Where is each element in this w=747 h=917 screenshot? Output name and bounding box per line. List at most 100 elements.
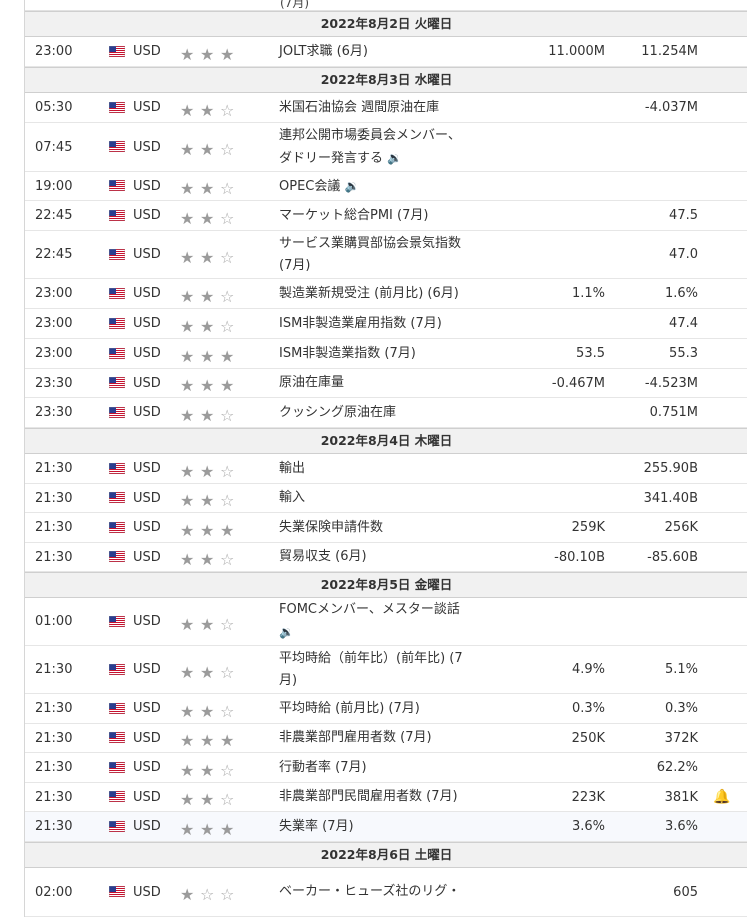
event-name[interactable]: 貿易収支 (6月)	[279, 543, 479, 571]
event-name-line: サービス業購買部協会景気指数	[279, 235, 462, 251]
previous-value	[605, 598, 698, 645]
previous-value: 341.40B	[643, 490, 698, 506]
forecast-value	[495, 398, 605, 427]
us-flag-icon	[108, 209, 126, 221]
star-filled-icon: ★	[180, 885, 195, 904]
star-filled-icon: ★	[180, 405, 195, 425]
event-row[interactable]: 21:30 USD ★ ★ ★ 失業率 (7月) 3.6% 3.6%	[25, 812, 747, 842]
previous-value: -85.60B	[647, 549, 698, 565]
event-name-line: ISM非製造業雇用指数 (7月)	[279, 315, 442, 331]
star-filled-icon: ★	[200, 819, 215, 839]
star-filled-icon: ★	[220, 376, 235, 395]
event-name[interactable]: 原油在庫量	[279, 369, 479, 397]
event-name[interactable]: 失業率 (7月)	[279, 812, 479, 841]
event-time: 01:00	[35, 614, 73, 629]
event-name[interactable]: 平均時給（前年比）(前年比) (7 月)	[279, 646, 479, 693]
importance-stars: ★ ★ ☆	[180, 288, 240, 305]
event-name[interactable]: 非農業部門雇用者数 (7月)	[279, 724, 479, 752]
event-name-line: 失業率 (7月)	[279, 818, 354, 834]
star-empty-icon: ☆	[220, 614, 235, 634]
event-name[interactable]: 輸出	[279, 454, 479, 483]
event-name[interactable]: サービス業購買部協会景気指数 (7月)	[279, 231, 479, 278]
forecast-value: 0.3%	[571, 701, 605, 716]
event-row[interactable]: 21:30 USD ★ ★ ☆ 輸入 341.40B	[25, 484, 747, 513]
star-filled-icon: ★	[220, 731, 235, 750]
event-name[interactable]: ISM非製造業雇用指数 (7月)	[279, 309, 479, 338]
event-row[interactable]: 23:00 USD ★ ★ ★ JOLT求職 (6月) 11.000M 11.254M	[25, 37, 747, 67]
event-row[interactable]: 22:45 USD ★ ★ ☆ サービス業購買部協会景気指数 (7月) 47.0	[25, 231, 747, 279]
event-name[interactable]: ISM非製造業指数 (7月)	[279, 339, 479, 368]
event-name[interactable]: 米国石油協会 週間原油在庫	[279, 93, 479, 122]
star-empty-icon: ☆	[220, 491, 235, 510]
forecast-value: -0.467M	[551, 375, 605, 391]
event-name-line: 非農業部門雇用者数 (7月)	[279, 730, 432, 745]
event-name[interactable]: ベーカー・ヒューズ社のリグ・	[279, 868, 479, 916]
us-flag-icon	[108, 287, 126, 299]
event-row[interactable]: 23:30 USD ★ ★ ☆ クッシング原油在庫 0.751M	[25, 398, 747, 428]
us-flag-icon	[108, 663, 126, 675]
event-name[interactable]: JOLT求職 (6月)	[279, 37, 479, 66]
event-row[interactable]: 05:30 USD ★ ★ ☆ 米国石油協会 週間原油在庫 -4.037M	[25, 93, 747, 123]
importance-stars: ★ ★ ☆	[180, 142, 240, 158]
currency-code: USD	[133, 178, 161, 194]
event-row[interactable]: 23:00 USD ★ ★ ☆ ISM非製造業雇用指数 (7月) 47.4	[25, 309, 747, 339]
event-row[interactable]: 07:45 USD ★ ★ ☆ 連邦公開市場委員会メンバー、 ダドリー発言する 🔉	[25, 123, 747, 172]
importance-stars: ★ ★ ★	[180, 819, 240, 839]
event-row[interactable]: 23:00 USD ★ ★ ★ ISM非製造業指数 (7月) 53.5 55.3	[25, 339, 747, 369]
event-row[interactable]: 01:00 USD ★ ★ ☆ FOMCメンバー、メスター談話 🔉	[25, 598, 747, 646]
event-name[interactable]: 連邦公開市場委員会メンバー、 ダドリー発言する 🔉	[279, 123, 479, 171]
event-name[interactable]: 行動者率 (7月)	[279, 753, 479, 782]
event-name[interactable]: FOMCメンバー、メスター談話 🔉	[279, 598, 479, 645]
previous-value	[605, 172, 698, 200]
us-flag-icon	[108, 885, 126, 898]
importance-stars: ★ ★ ☆	[180, 181, 240, 197]
event-name-line: 行動者率 (7月)	[279, 759, 367, 775]
event-row[interactable]: 23:30 USD ★ ★ ★ 原油在庫量 -0.467M -4.523M	[25, 369, 747, 398]
event-row[interactable]: 21:30 USD ★ ★ ☆ 非農業部門民間雇用者数 (7月) 223K 381K 🔔	[25, 783, 747, 812]
event-name[interactable]: クッシング原油在庫	[279, 398, 479, 427]
event-time: 21:30	[35, 549, 73, 565]
event-row[interactable]: 22:45 USD ★ ★ ☆ マーケット総合PMI (7月) 47.5	[25, 201, 747, 231]
event-time: 21:30	[35, 760, 73, 775]
event-name[interactable]: OPEC会議 🔉	[279, 172, 479, 200]
event-row[interactable]: 21:30 USD ★ ★ ★ 失業保険申請件数 259K 256K	[25, 513, 747, 543]
event-time: 07:45	[35, 139, 73, 155]
bell-alert-icon[interactable]: 🔔	[713, 783, 730, 811]
star-filled-icon: ★	[180, 760, 195, 780]
forecast-value: 259K	[571, 520, 605, 535]
event-name[interactable]: マーケット総合PMI (7月)	[279, 201, 479, 230]
us-flag-icon	[108, 347, 126, 359]
event-name[interactable]: 非農業部門民間雇用者数 (7月)	[279, 783, 479, 811]
us-flag-icon	[108, 101, 126, 113]
star-filled-icon: ★	[180, 100, 195, 120]
event-row[interactable]: 21:30 USD ★ ★ ☆ 平均時給（前年比）(前年比) (7 月) 4.9% 5.1%	[25, 646, 747, 694]
us-flag-icon	[108, 702, 126, 714]
event-time: 21:30	[35, 662, 73, 677]
event-row[interactable]: 21:30 USD ★ ★ ☆ 行動者率 (7月) 62.2%	[25, 753, 747, 783]
currency-code: USD	[133, 139, 161, 155]
event-row[interactable]: 21:30 USD ★ ★ ☆ 貿易収支 (6月) -80.10B -85.60B	[25, 543, 747, 572]
event-time: 19:00	[35, 178, 73, 194]
event-row[interactable]: 21:30 USD ★ ★ ☆ 平均時給 (前月比) (7月) 0.3% 0.3%	[25, 694, 747, 724]
event-name[interactable]: 平均時給 (前月比) (7月)	[279, 694, 479, 723]
event-row[interactable]: 21:30 USD ★ ★ ☆ 輸出 255.90B	[25, 454, 747, 484]
event-row[interactable]: 19:00 USD ★ ★ ☆ OPEC会議 🔉	[25, 172, 747, 201]
event-row[interactable]: 21:30 USD ★ ★ ★ 非農業部門雇用者数 (7月) 250K 372K	[25, 724, 747, 753]
speaker-icon: 🔉	[387, 150, 403, 165]
date-header: 2022年8月6日 土曜日	[25, 842, 747, 868]
star-filled-icon: ★	[200, 140, 215, 159]
previous-value: 605	[673, 884, 698, 900]
previous-value: 1.6%	[664, 286, 698, 301]
currency-code: USD	[133, 760, 161, 775]
us-flag-icon	[108, 820, 126, 832]
currency-code: USD	[133, 286, 161, 301]
event-name[interactable]: 失業保険申請件数	[279, 513, 479, 542]
event-name[interactable]: 輸入	[279, 484, 479, 512]
date-header: 2022年8月3日 水曜日	[25, 67, 747, 93]
event-name[interactable]: 製造業新規受注 (前月比) (6月)	[279, 279, 479, 308]
importance-stars: ★ ★ ☆	[180, 493, 240, 509]
event-row[interactable]: 23:00 USD ★ ★ ☆ 製造業新規受注 (前月比) (6月) 1.1% 1.6%	[25, 279, 747, 309]
event-row[interactable]: 02:00 USD ★ ☆ ☆ ベーカー・ヒューズ社のリグ・ 605	[25, 868, 747, 917]
importance-stars: ★ ★ ☆	[180, 792, 240, 808]
star-filled-icon: ★	[180, 491, 195, 510]
